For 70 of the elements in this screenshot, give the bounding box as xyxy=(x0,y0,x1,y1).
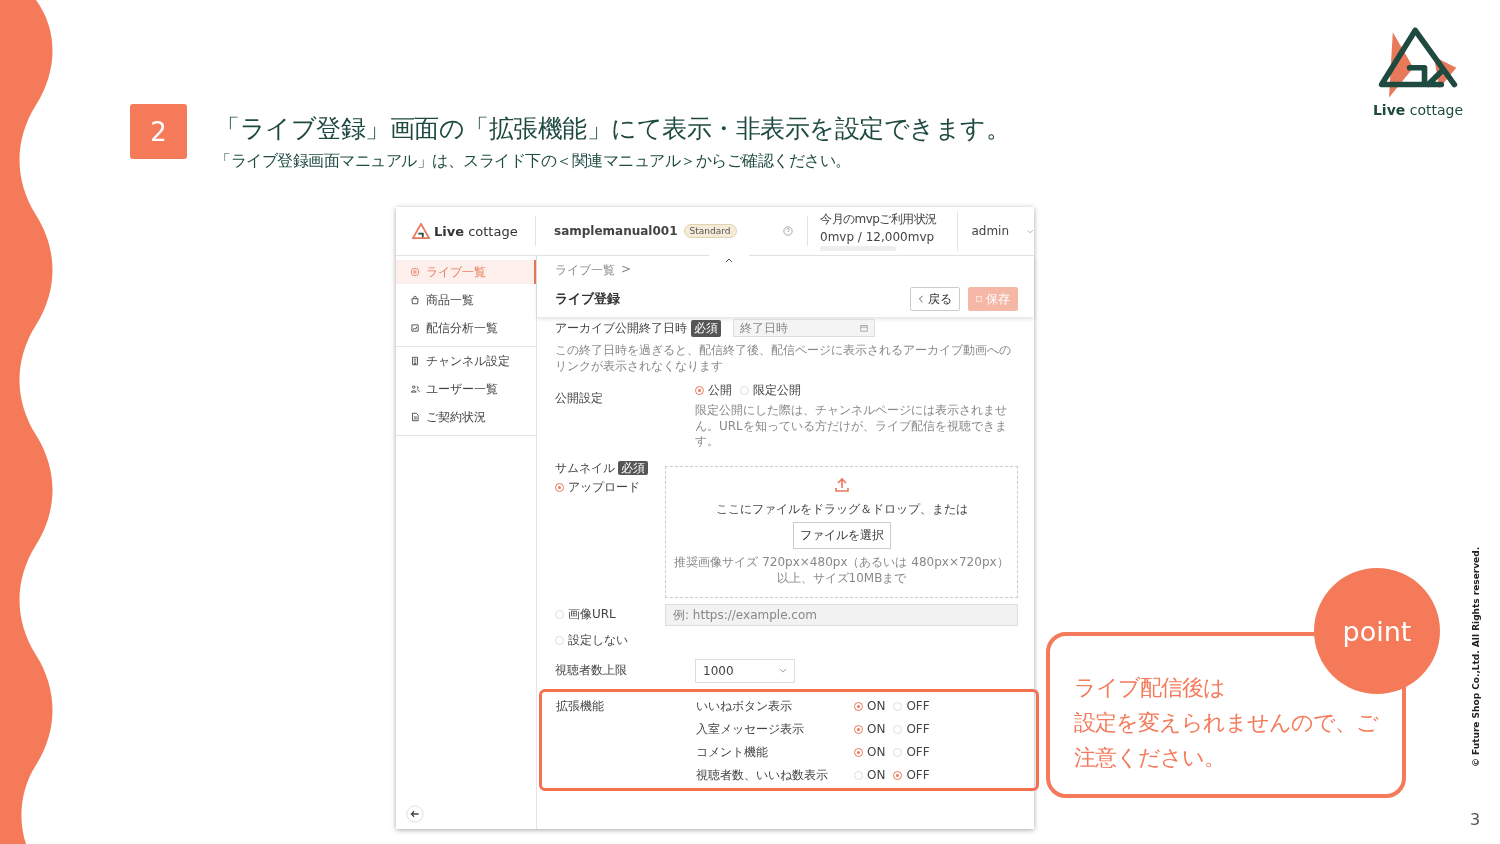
radio-option[interactable]: OFF xyxy=(893,745,930,760)
field-note: 限定公開にした際は、チャンネルページには表示されません。URLを知っている方だけが、ライブ配信を視聴できます。 xyxy=(695,403,1008,450)
sidebar-item[interactable]: 商品一覧 xyxy=(396,288,536,312)
radio-option[interactable]: ON xyxy=(854,745,886,760)
usage-value: 0mvp / 12,000mvp xyxy=(820,230,936,244)
field-label: 拡張機能 xyxy=(556,697,605,715)
upload-icon xyxy=(833,477,850,494)
calendar-icon xyxy=(860,324,868,332)
brand-name: Live cottage xyxy=(434,223,518,239)
plan-badge: Standard xyxy=(683,224,737,238)
field-label: サムネイル xyxy=(555,460,615,475)
field-label: 視聴者数上限 xyxy=(555,662,628,680)
menu-item-icon xyxy=(410,323,420,333)
usage-title: 今月のmvpご利用状況 xyxy=(820,211,938,228)
page-title: ライブ登録 xyxy=(555,290,620,308)
field-label: アーカイブ公開終了日時 xyxy=(555,319,687,337)
page-number: 3 xyxy=(1470,810,1481,829)
logo-text: Live cottage xyxy=(1372,102,1464,118)
menu-item-icon xyxy=(410,356,420,366)
breadcrumb-link[interactable]: ライブ一覧 xyxy=(555,262,615,279)
sidebar-item[interactable]: ご契約状況 xyxy=(396,405,536,429)
sidebar-item[interactable]: 配信分析一覧 xyxy=(396,316,536,340)
user-menu[interactable]: admin xyxy=(958,223,1023,239)
menu-item-icon xyxy=(410,384,420,394)
radio-option[interactable]: OFF xyxy=(893,699,930,714)
radio-option[interactable]: 公開 xyxy=(695,382,732,400)
upload-hint: 推奨画像サイズ 720px×480px（あるいは 480px×720px）以上、サイズ10MBまで xyxy=(673,555,1010,587)
field-note: この終了日時を過ぎると、配信終了後、配信ページに表示されるアーカイブ動画へのリンクが表示されなくなります xyxy=(555,343,1012,375)
choose-file-button[interactable]: ファイルを選択 xyxy=(792,522,891,550)
slide-subtitle: 「ライブ登録画面マニュアル」は、スライド下の＜関連マニュアル＞からご確認ください。 xyxy=(215,151,852,172)
chevron-down-icon xyxy=(779,668,787,674)
logo-icon xyxy=(412,223,430,239)
step-number: 2 xyxy=(130,104,187,159)
radio-option[interactable]: 限定公開 xyxy=(740,382,801,400)
menu-item-icon xyxy=(410,412,420,422)
point-badge: point xyxy=(1314,568,1440,694)
save-icon xyxy=(976,295,982,303)
radio-option[interactable]: 画像URL xyxy=(555,606,665,624)
help-icon[interactable] xyxy=(783,226,793,236)
radio-option[interactable]: OFF xyxy=(893,722,930,737)
point-text: 設定を変えられませんので、ご注意ください。 xyxy=(1074,709,1379,772)
account-name: samplemanual001 xyxy=(554,224,678,238)
required-badge: 必須 xyxy=(618,460,649,475)
option-label: 視聴者数、いいね数表示 xyxy=(696,766,829,784)
back-button[interactable]: 戻る xyxy=(910,287,960,311)
copyright-text: © Future Shop Co.,Ltd. All Rights reserved. xyxy=(1471,546,1481,768)
slide-title: 「ライブ登録」画面の「拡張機能」にて表示・非表示を設定できます。 xyxy=(215,113,1010,145)
drop-instruction: ここにファイルをドラッグ＆ドロップ、または xyxy=(715,501,968,519)
radio-option[interactable]: ON xyxy=(854,768,886,783)
viewer-limit-select[interactable]: 1000 xyxy=(695,658,795,683)
option-label: 入室メッセージ表示 xyxy=(696,720,805,738)
option-label: コメント機能 xyxy=(696,743,769,761)
radio-option[interactable]: アップロード xyxy=(555,478,665,496)
field-label: 公開設定 xyxy=(555,390,604,408)
point-text: ライブ配信後は xyxy=(1074,674,1226,702)
required-badge: 必須 xyxy=(691,319,721,337)
sidebar-item[interactable]: ユーザー一覧 xyxy=(396,377,536,401)
chevron-left-icon xyxy=(918,295,924,303)
file-drop-zone[interactable]: ここにファイルをドラッグ＆ドロップ、または ファイルを選択 推奨画像サイズ 720px×480px（あるいは 480px×720px）以上、サイズ10MBまで xyxy=(665,465,1018,598)
menu-item-icon xyxy=(410,295,420,305)
menu-item-icon xyxy=(410,267,420,277)
chevron-down-icon[interactable] xyxy=(1027,228,1034,234)
radio-option[interactable]: ON xyxy=(854,699,886,714)
radio-option[interactable]: 設定しない xyxy=(555,631,1018,649)
option-label: いいねボタン表示 xyxy=(696,697,793,715)
sidebar-item[interactable]: チャンネル設定 xyxy=(396,349,536,373)
url-field[interactable]: 例: https://example.com xyxy=(665,603,1018,626)
radio-option[interactable]: ON xyxy=(854,722,886,737)
radio-option[interactable]: OFF xyxy=(893,768,930,783)
breadcrumb-separator: > xyxy=(621,262,632,278)
